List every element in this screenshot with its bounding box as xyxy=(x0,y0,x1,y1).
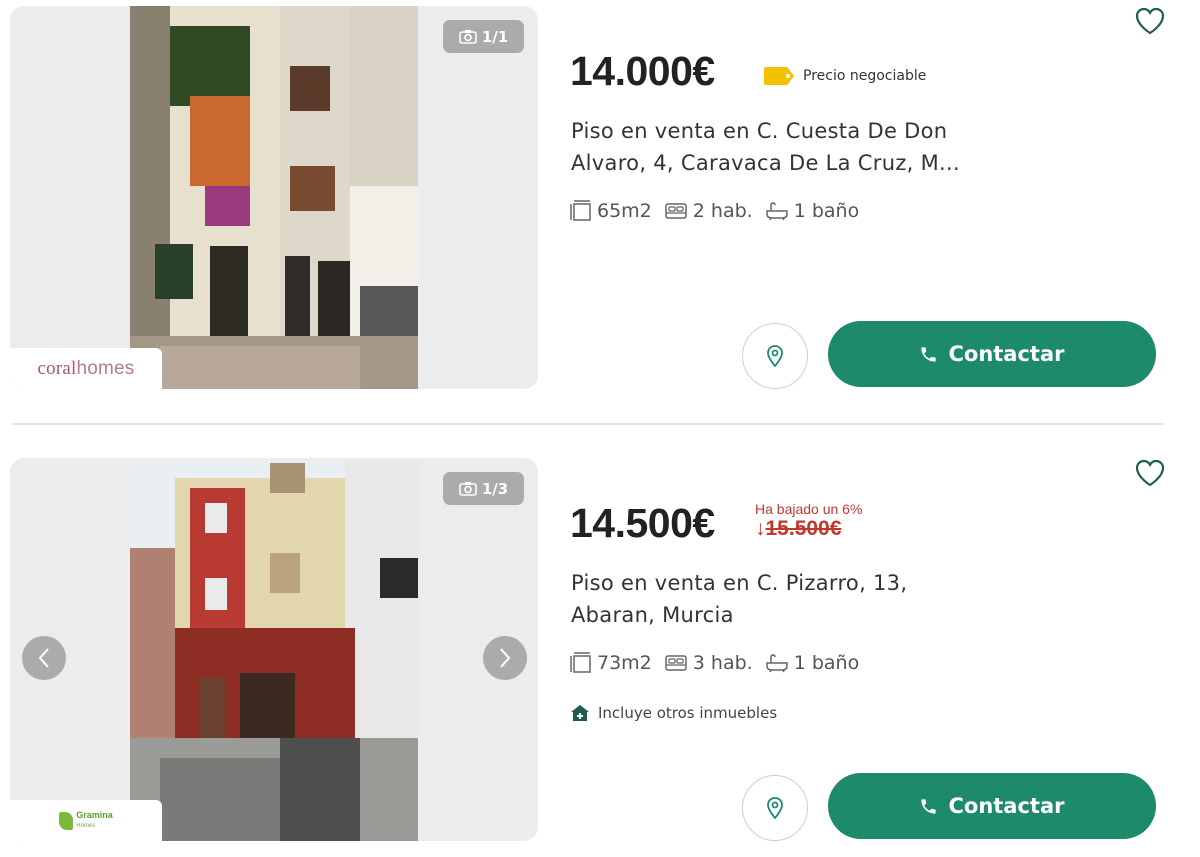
area-feature: 65m2 xyxy=(570,200,652,222)
camera-icon xyxy=(459,482,477,496)
listing-photo[interactable] xyxy=(130,458,418,841)
next-photo-button[interactable] xyxy=(483,636,527,680)
negotiable-badge: Precio negociable xyxy=(762,66,926,86)
listing-features: 73m2 3 hab. 1 baño xyxy=(570,652,859,674)
listing-features: 65m2 2 hab. 1 baño xyxy=(570,200,859,222)
contact-button[interactable]: Contactar xyxy=(828,321,1156,387)
area-feature: 73m2 xyxy=(570,652,652,674)
heart-icon[interactable] xyxy=(1134,6,1166,36)
extra-properties-note: Incluye otros inmuebles xyxy=(570,704,777,722)
listing-title[interactable]: Piso en venta en C. Cuesta De Don Alvaro… xyxy=(571,115,1001,179)
old-price: 15.500€ xyxy=(765,517,842,540)
listing-title[interactable]: Piso en venta en C. Pizarro, 13, Abaran,… xyxy=(571,567,1001,631)
tag-icon xyxy=(764,67,794,85)
home-plus-icon xyxy=(571,705,589,721)
map-button[interactable] xyxy=(742,323,808,389)
location-pin-icon xyxy=(767,797,783,819)
agency-logo: coralhomes xyxy=(10,348,162,389)
bed-icon xyxy=(665,655,687,671)
photo-count-badge: 1/3 xyxy=(443,472,524,505)
listing-divider xyxy=(12,423,1164,425)
baths-feature: 1 baño xyxy=(765,652,859,674)
bath-icon xyxy=(765,654,788,673)
heart-icon[interactable] xyxy=(1134,458,1166,488)
baths-feature: 1 baño xyxy=(765,200,859,222)
listing-card[interactable]: coralhomes 1/1 14.000€ Precio negociable… xyxy=(0,0,1200,400)
listing-photo[interactable] xyxy=(130,6,418,389)
chevron-right-icon xyxy=(500,648,511,668)
area-icon xyxy=(570,652,591,673)
map-button[interactable] xyxy=(742,775,808,841)
phone-icon xyxy=(921,346,937,362)
listing-card[interactable]: Gramina Homes 1/3 14.500€ Ha bajado un 6… xyxy=(0,452,1200,852)
price-drop: Ha bajado un 6% ↓15.500€ xyxy=(755,501,863,541)
bath-icon xyxy=(765,202,788,221)
listing-price: 14.000€ xyxy=(570,48,715,94)
photo-gallery[interactable]: Gramina Homes 1/3 xyxy=(10,458,538,841)
area-icon xyxy=(570,200,591,221)
gramina-logo-mark xyxy=(59,811,74,830)
previous-photo-button[interactable] xyxy=(22,636,66,680)
contact-button[interactable]: Contactar xyxy=(828,773,1156,839)
agency-logo: Gramina Homes xyxy=(10,800,162,841)
phone-icon xyxy=(921,798,937,814)
location-pin-icon xyxy=(767,345,783,367)
listing-price: 14.500€ xyxy=(570,500,715,546)
bed-icon xyxy=(665,203,687,219)
camera-icon xyxy=(459,30,477,44)
rooms-feature: 3 hab. xyxy=(664,652,753,674)
rooms-feature: 2 hab. xyxy=(664,200,753,222)
chevron-left-icon xyxy=(38,648,49,668)
photo-gallery[interactable]: coralhomes 1/1 xyxy=(10,6,538,389)
photo-count-badge: 1/1 xyxy=(443,20,524,53)
